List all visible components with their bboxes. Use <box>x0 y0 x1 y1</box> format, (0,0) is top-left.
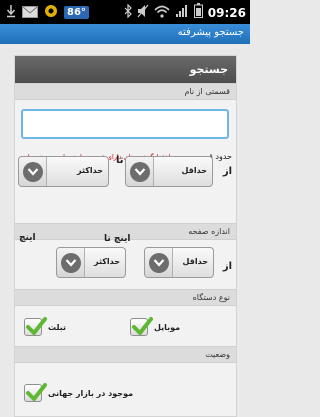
checkmark-icon <box>132 317 153 335</box>
dropdown-toggle[interactable] <box>19 157 47 186</box>
screen-max-value: حداکثر <box>93 257 120 266</box>
mobile-checkbox[interactable] <box>130 317 153 336</box>
status-bar: 86° 09:26 <box>0 0 250 24</box>
screen-min-select[interactable]: حداقل <box>144 247 214 278</box>
screen-max-select[interactable]: حداکثر <box>56 247 126 278</box>
price-max-select[interactable]: حداکثر <box>18 156 109 187</box>
price-min-value: حداقل <box>181 166 207 175</box>
panel-header: جستجو <box>15 56 236 83</box>
chevron-down-icon <box>149 253 169 273</box>
temperature-badge: 86° <box>64 6 89 19</box>
available-checkbox-row[interactable]: موجود در بازار جهانی <box>24 383 134 402</box>
mute-icon <box>137 3 149 22</box>
tablet-checkbox[interactable] <box>24 317 47 336</box>
available-checkbox[interactable] <box>24 383 47 402</box>
tablet-label: تبلت <box>48 322 67 332</box>
name-search-input[interactable] <box>21 109 229 139</box>
checkmark-icon <box>26 383 47 401</box>
screen-from-label: از <box>222 261 232 272</box>
dropdown-toggle[interactable] <box>57 248 85 277</box>
action-bar-title: جستجو پیشرفته <box>177 27 244 38</box>
price-max-value: حداکثر <box>76 166 103 175</box>
available-label: موجود در بازار جهانی <box>48 388 134 398</box>
tablet-checkbox-row[interactable]: تبلت <box>24 317 67 336</box>
dropdown-toggle[interactable] <box>126 157 154 186</box>
clock: 09:26 <box>207 5 246 20</box>
name-section-header: قسمتی از نام <box>15 83 236 100</box>
device-type-section-header: نوع دستگاه <box>15 289 236 306</box>
checkmark-icon <box>26 317 47 335</box>
chevron-down-icon <box>61 253 81 273</box>
bluetooth-icon <box>124 3 132 22</box>
screen-inch-label: اینچ <box>19 233 36 243</box>
status-bar-right: 09:26 <box>124 3 246 22</box>
mobile-label: موبایل <box>154 322 181 332</box>
wifi-icon <box>154 3 170 22</box>
chevron-down-icon <box>23 162 43 182</box>
price-to-label: تا <box>116 155 124 166</box>
download-icon <box>6 3 16 22</box>
mail-icon <box>22 3 38 22</box>
action-bar: جستجو پیشرفته <box>0 24 250 44</box>
mail-icon <box>44 3 58 22</box>
screen-min-value: حداقل <box>182 257 208 266</box>
screen-inch-to-label: اینچ تا <box>104 234 131 244</box>
advanced-search-panel: جستجو قسمتی از نام حدود قیمت (فقط گوشی ه… <box>14 55 237 417</box>
chevron-down-icon <box>130 162 150 182</box>
battery-icon <box>193 3 203 22</box>
signal-icon <box>175 3 189 22</box>
status-bar-left: 86° <box>6 3 89 22</box>
price-from-label: از <box>222 166 232 177</box>
price-min-select[interactable]: حداقل <box>125 156 213 187</box>
dropdown-toggle[interactable] <box>145 248 173 277</box>
status-section-header: وضعیت <box>15 346 236 363</box>
mobile-checkbox-row[interactable]: موبایل <box>130 317 181 336</box>
